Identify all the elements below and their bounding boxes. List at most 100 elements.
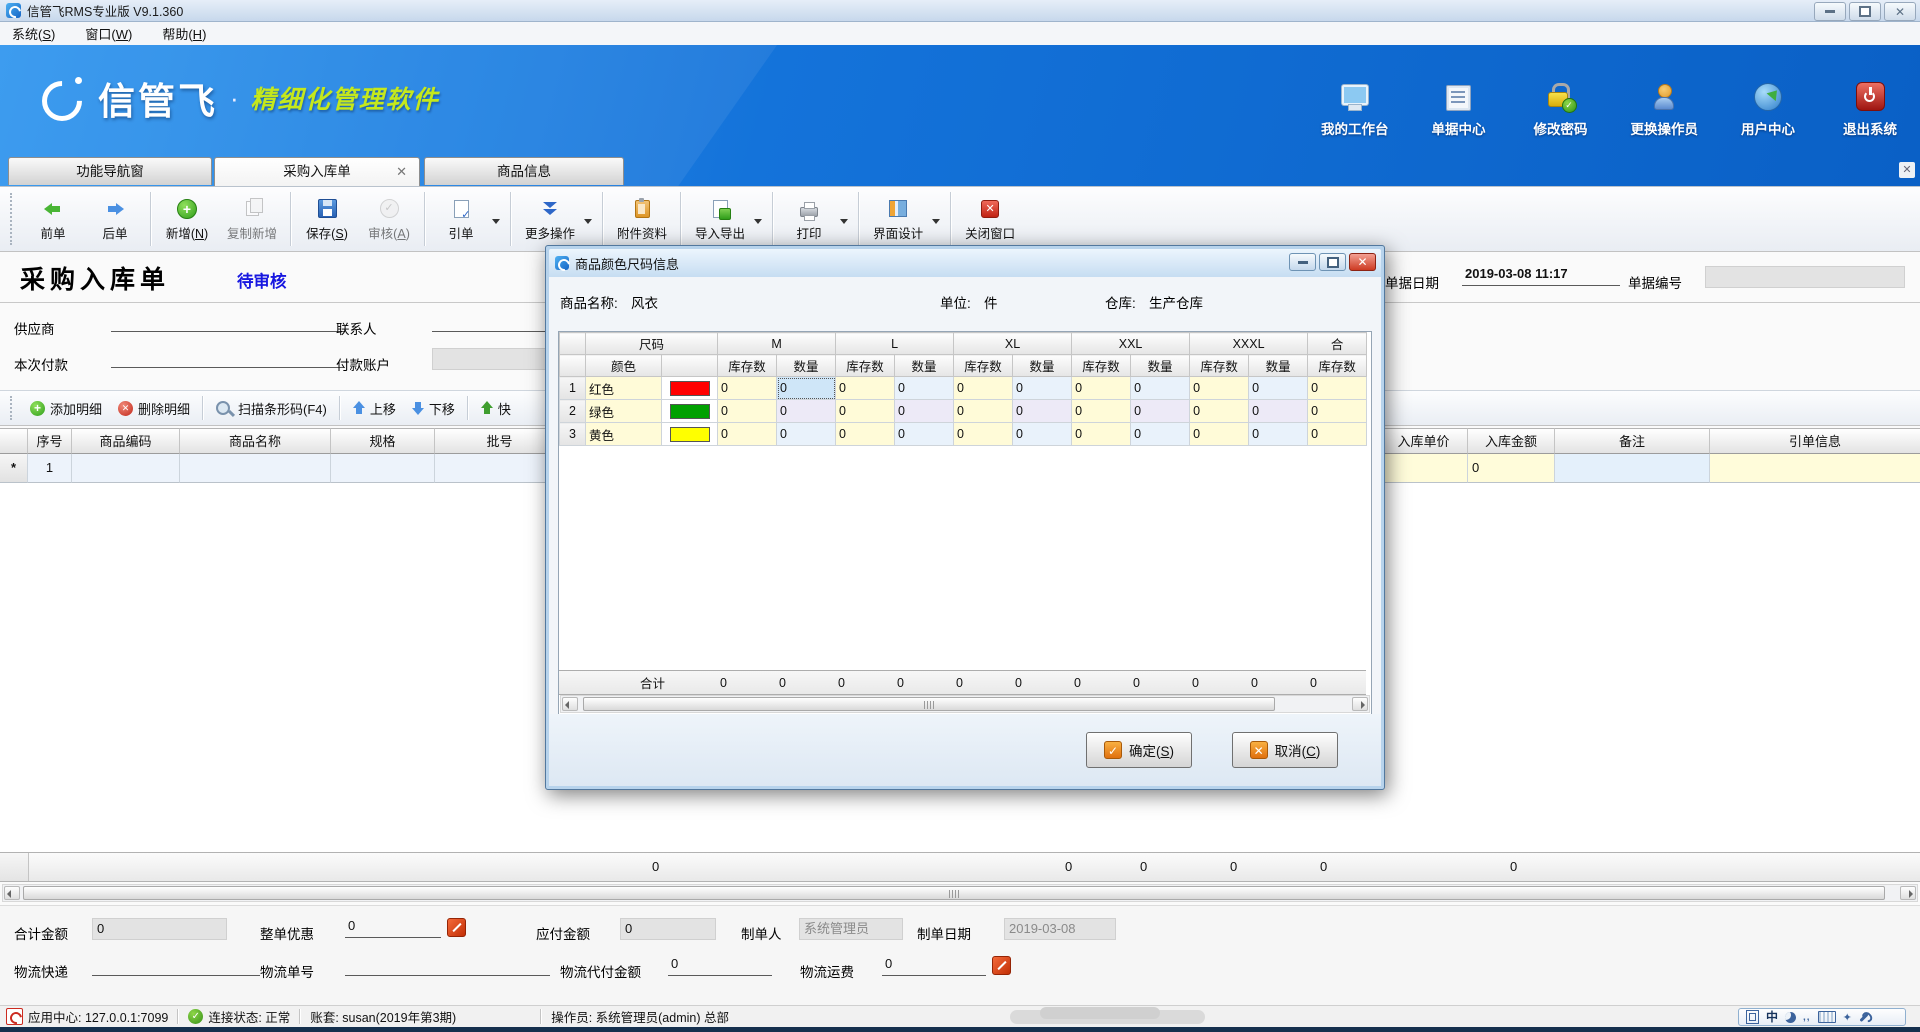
grid-header-code[interactable]: 商品编码 — [72, 428, 180, 454]
grid-header-name[interactable]: 商品名称 — [180, 428, 331, 454]
menu-window[interactable]: 窗口(W) — [85, 24, 132, 43]
total-amount-input[interactable]: 0 — [92, 918, 227, 940]
row-price-cell[interactable] — [1380, 454, 1468, 483]
qty-cell[interactable]: 0 — [1131, 377, 1190, 400]
row-amount-cell[interactable]: 0 — [1468, 454, 1555, 483]
action-change-password[interactable]: ✓ 修改密码 — [1529, 81, 1593, 138]
action-exit-system[interactable]: 退出系统 — [1838, 81, 1902, 138]
next-doc-button[interactable]: 后单 — [84, 194, 146, 245]
more-actions-button[interactable]: 更多操作 — [516, 194, 584, 245]
discount-input[interactable]: 0 — [345, 918, 441, 938]
ime-language-bar[interactable]: 中 ,, ✦ — [1738, 1008, 1906, 1026]
qty-cell[interactable]: 0 — [1013, 423, 1072, 446]
attachments-button[interactable]: 附件资料 — [608, 194, 676, 245]
doc-date-input[interactable]: 2019-03-08 11:17 — [1462, 266, 1620, 286]
scroll-thumb[interactable] — [583, 697, 1275, 711]
scan-barcode-button[interactable]: 扫描条形码(F4) — [208, 399, 335, 418]
window-minimize-button[interactable] — [1814, 2, 1846, 21]
qty-cell[interactable]: 0 — [777, 423, 836, 446]
row-spec-cell[interactable] — [331, 454, 435, 483]
grid-header-price[interactable]: 入库单价 — [1380, 428, 1468, 454]
cod-input[interactable]: 0 — [668, 956, 772, 976]
qty-cell[interactable]: 0 — [895, 423, 954, 446]
doc-number-input[interactable] — [1705, 266, 1905, 288]
grid-header-remark[interactable]: 备注 — [1555, 428, 1710, 454]
menu-system[interactable]: 系统(S) — [12, 24, 55, 43]
qty-cell[interactable]: 0 — [777, 400, 836, 423]
action-document-center[interactable]: 单据中心 — [1427, 81, 1491, 138]
dialog-restore-button[interactable] — [1319, 253, 1346, 271]
window-restore-button[interactable] — [1849, 2, 1881, 21]
tab-purchase-inbound[interactable]: 采购入库单 ✕ — [214, 157, 420, 186]
supplier-input[interactable] — [111, 312, 345, 332]
payment-input[interactable] — [111, 348, 345, 368]
tab-product-info[interactable]: 商品信息 — [424, 157, 624, 185]
window-close-button[interactable]: ✕ — [1884, 2, 1916, 21]
scroll-right-icon[interactable] — [1900, 886, 1916, 900]
qty-cell[interactable]: 0 — [1249, 423, 1308, 446]
ime-punct-icon[interactable]: ,, — [1803, 1012, 1811, 1023]
action-my-workbench[interactable]: 我的工作台 — [1321, 81, 1389, 138]
ref-doc-button[interactable]: 引单 — [430, 194, 492, 245]
row-seq-cell[interactable]: 1 — [28, 454, 72, 483]
dialog-h-scrollbar[interactable] — [560, 695, 1370, 713]
action-user-center[interactable]: 用户中心 — [1736, 81, 1800, 138]
ime-language-icon[interactable]: 中 — [1766, 1010, 1778, 1024]
print-button[interactable]: 打印 — [778, 194, 840, 245]
dropdown-caret-icon[interactable] — [932, 219, 940, 228]
qty-cell[interactable]: 0 — [777, 377, 836, 400]
tab-function-nav[interactable]: 功能导航窗 — [8, 157, 212, 185]
action-switch-operator[interactable]: 更换操作员 — [1631, 81, 1699, 138]
tabstrip-close-icon[interactable]: ✕ — [1899, 162, 1915, 178]
close-window-button[interactable]: 关闭窗口 — [956, 194, 1024, 245]
scroll-right-icon[interactable] — [1352, 697, 1368, 711]
dropdown-caret-icon[interactable] — [840, 219, 848, 228]
qty-cell[interactable]: 0 — [1131, 400, 1190, 423]
qty-cell[interactable]: 0 — [1013, 377, 1072, 400]
payable-input[interactable]: 0 — [620, 918, 716, 940]
add-detail-button[interactable]: 添加明细 — [22, 399, 110, 418]
ime-square-icon[interactable] — [1746, 1010, 1759, 1024]
row-name-cell[interactable] — [180, 454, 331, 483]
scroll-thumb[interactable] — [23, 886, 1885, 900]
ime-fullhalf-icon[interactable] — [1785, 1012, 1796, 1023]
dropdown-caret-icon[interactable] — [492, 219, 500, 228]
scroll-left-icon[interactable] — [562, 697, 578, 711]
tab-close-icon[interactable]: ✕ — [396, 158, 407, 186]
dropdown-caret-icon[interactable] — [754, 219, 762, 228]
dropdown-caret-icon[interactable] — [584, 219, 592, 228]
prev-doc-button[interactable]: 前单 — [22, 194, 84, 245]
import-export-button[interactable]: 导入导出 — [686, 194, 754, 245]
discount-edit-icon[interactable] — [447, 918, 466, 937]
freight-edit-icon[interactable] — [992, 956, 1011, 975]
dialog-close-button[interactable]: ✕ — [1349, 253, 1376, 271]
grid-h-scrollbar[interactable] — [2, 884, 1918, 902]
row-code-cell[interactable] — [72, 454, 180, 483]
new-button[interactable]: 新增(N) — [156, 194, 218, 245]
delete-detail-button[interactable]: 删除明细 — [110, 399, 198, 418]
waybill-input[interactable] — [345, 956, 550, 976]
grid-header-spec[interactable]: 规格 — [331, 428, 435, 454]
row-refinfo-cell[interactable] — [1710, 454, 1920, 483]
ime-settings-wrench-icon[interactable] — [1859, 1012, 1868, 1021]
qty-cell[interactable]: 0 — [1131, 423, 1190, 446]
quick-entry-button[interactable]: 快 — [473, 399, 519, 418]
qty-cell[interactable]: 0 — [1249, 377, 1308, 400]
dialog-minimize-button[interactable] — [1289, 253, 1316, 271]
move-up-button[interactable]: 上移 — [345, 399, 404, 418]
qty-cell[interactable]: 0 — [1013, 400, 1072, 423]
grid-header-amount[interactable]: 入库金额 — [1468, 428, 1555, 454]
qty-cell[interactable]: 0 — [895, 400, 954, 423]
qty-cell[interactable]: 0 — [1249, 400, 1308, 423]
menu-help[interactable]: 帮助(H) — [162, 24, 206, 43]
ui-design-button[interactable]: 界面设计 — [864, 194, 932, 245]
grid-header-refinfo[interactable]: 引单信息 — [1710, 428, 1920, 454]
row-remark-cell[interactable] — [1555, 454, 1710, 483]
ime-move-icon[interactable]: ✦ — [1843, 1011, 1852, 1024]
freight-input[interactable]: 0 — [882, 956, 986, 976]
scroll-left-icon[interactable] — [4, 886, 20, 900]
ime-keyboard-icon[interactable] — [1818, 1011, 1836, 1023]
ok-button[interactable]: 确定(S) — [1086, 732, 1192, 768]
qty-cell[interactable]: 0 — [895, 377, 954, 400]
express-input[interactable] — [92, 956, 260, 976]
